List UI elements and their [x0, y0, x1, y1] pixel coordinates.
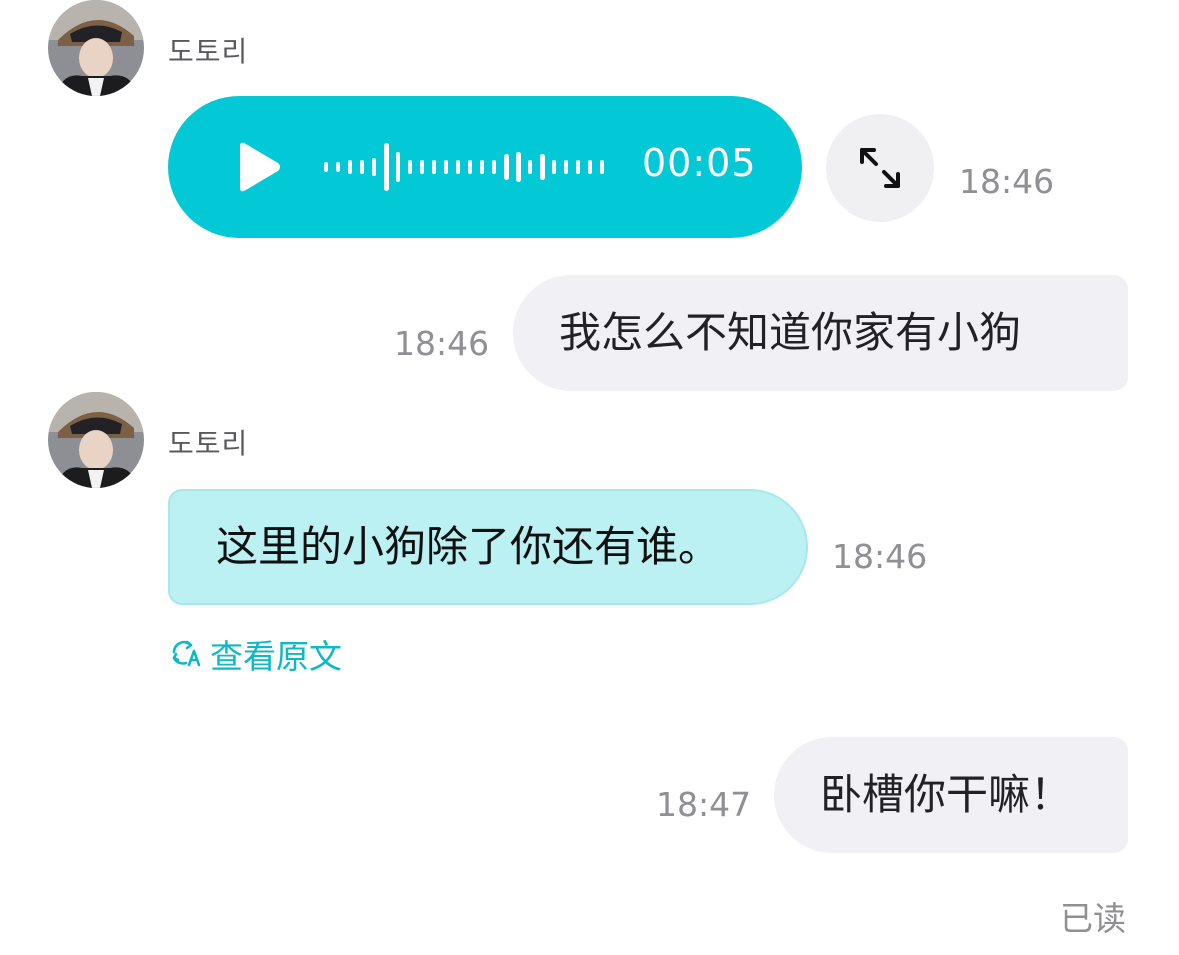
- message-time: 18:47: [656, 785, 752, 824]
- outgoing-message-bubble[interactable]: 卧槽你干嘛！: [774, 737, 1128, 853]
- play-icon[interactable]: [234, 140, 284, 194]
- sender-name: 도토리: [168, 35, 249, 68]
- view-original-link[interactable]: 查看原文: [170, 634, 342, 676]
- translate-icon: [172, 640, 201, 667]
- voice-message-bubble[interactable]: 00:05: [168, 96, 802, 238]
- message-text: 卧槽你干嘛！: [820, 770, 1073, 819]
- expand-arrows-icon: [860, 148, 900, 188]
- sender-avatar[interactable]: [48, 0, 144, 96]
- chat-conversation: 도토리 00:05 18:46 18:46 我怎么不知道你家有小狗 도토리 这里…: [0, 0, 1179, 955]
- read-receipt: 已读: [1060, 899, 1126, 938]
- avatar-photo: [48, 392, 144, 488]
- message-text: 我怎么不知道你家有小狗: [559, 308, 1022, 357]
- view-original-label: 查看原文: [210, 637, 342, 676]
- outgoing-message-bubble[interactable]: 我怎么不知道你家有小狗: [513, 275, 1128, 391]
- expand-voice-button[interactable]: [826, 114, 934, 222]
- message-text: 这里的小狗除了你还有谁。: [216, 522, 721, 571]
- message-time: 18:46: [959, 162, 1055, 201]
- incoming-message-bubble[interactable]: 这里的小狗除了你还有谁。: [168, 489, 808, 605]
- waveform-icon: [324, 143, 604, 191]
- avatar-photo: [48, 0, 144, 96]
- message-time: 18:46: [394, 324, 490, 363]
- sender-avatar[interactable]: [48, 392, 144, 488]
- voice-duration: 00:05: [642, 141, 757, 185]
- message-time: 18:46: [832, 537, 928, 576]
- sender-name: 도토리: [168, 427, 249, 460]
